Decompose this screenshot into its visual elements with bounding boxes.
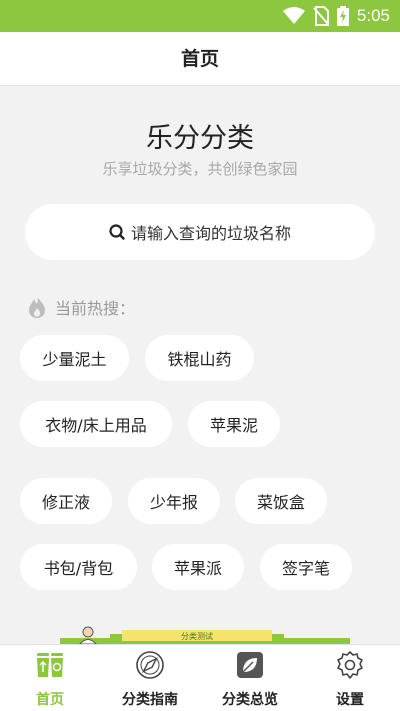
hot-search-chip[interactable]: 少年报: [128, 478, 220, 524]
banner-graphic: 分类测试: [60, 626, 350, 644]
banner-text: 分类测试: [181, 631, 213, 641]
flame-icon: [29, 296, 45, 318]
hot-search-header: 当前热搜：: [27, 295, 135, 319]
status-icons: 5:05: [282, 6, 390, 26]
nav-label-overview: 分类总览: [222, 692, 278, 708]
nav-item-settings[interactable]: 设置: [300, 645, 400, 711]
nav-item-overview[interactable]: 分类总览: [200, 645, 300, 711]
hot-search-chip[interactable]: 修正液: [20, 478, 112, 524]
hot-search-chip[interactable]: 铁棍山药: [145, 335, 254, 381]
search-box[interactable]: 请输入查询的垃圾名称: [25, 204, 375, 260]
nav-label-settings: 设置: [336, 692, 364, 708]
hot-search-chip[interactable]: 苹果派: [152, 544, 244, 590]
bottom-navigation: 首页 分类指南 分类总览 设置: [0, 644, 400, 711]
quiz-banner[interactable]: 分类测试: [0, 626, 400, 644]
hot-search-chip[interactable]: 少量泥土: [20, 335, 129, 381]
app-bar: 首页: [0, 32, 400, 86]
hot-search-chip[interactable]: 书包/背包: [20, 544, 137, 590]
gear-icon: [337, 651, 363, 679]
hot-search-chip[interactable]: 签字笔: [260, 544, 352, 590]
no-sim-icon: [313, 6, 329, 26]
search-icon: [109, 224, 125, 240]
nav-item-home[interactable]: 首页: [0, 645, 100, 711]
battery-charging-icon: [336, 6, 349, 26]
hot-search-chip[interactable]: 苹果泥: [188, 401, 280, 447]
app-title: 乐分分类: [146, 123, 254, 154]
compass-icon: [136, 651, 164, 679]
hot-search-label: 当前热搜：: [55, 299, 136, 318]
hot-search-chip[interactable]: 菜饭盒: [235, 478, 327, 524]
hot-search-chip[interactable]: 衣物/床上用品: [20, 401, 172, 447]
app-subtitle: 乐享垃圾分类，共创绿色家园: [102, 160, 298, 178]
wifi-icon: [282, 7, 305, 24]
nav-label-home: 首页: [36, 692, 64, 708]
recycle-bins-icon: [37, 653, 63, 677]
status-time: 5:05: [356, 6, 390, 25]
nav-label-guide: 分类指南: [122, 692, 178, 708]
status-bar: 5:05: [0, 0, 400, 32]
search-placeholder: 请输入查询的垃圾名称: [130, 224, 291, 243]
nav-item-guide[interactable]: 分类指南: [100, 645, 200, 711]
leaf-icon: [237, 652, 263, 678]
home-content: 乐分分类 乐享垃圾分类，共创绿色家园 请输入查询的垃圾名称 当前热搜： 少量泥土…: [0, 86, 400, 644]
page-title: 首页: [180, 48, 219, 70]
